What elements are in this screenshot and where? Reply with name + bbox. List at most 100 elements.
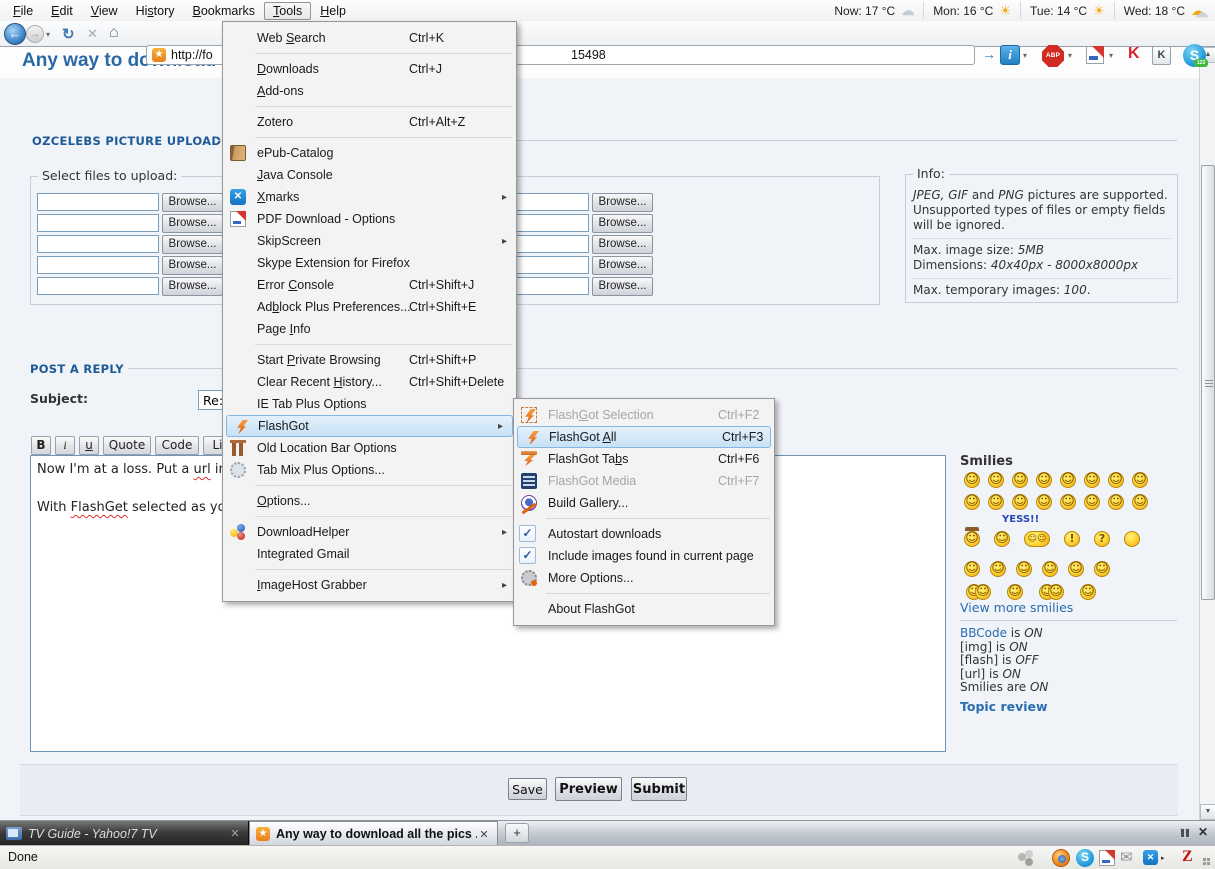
format-button-quote[interactable]: Quote [103, 436, 151, 455]
format-button-u[interactable]: u [79, 436, 99, 455]
save-button[interactable]: Save [508, 778, 547, 800]
menu-item-tab-mix-plus-options[interactable]: Tab Mix Plus Options... [223, 459, 516, 481]
smiley-icon[interactable]: ☺ [1108, 494, 1124, 510]
smiley-icon[interactable]: ☺ [990, 561, 1006, 577]
new-tab-button[interactable]: + [505, 823, 529, 843]
smiley-icon[interactable] [1124, 531, 1140, 547]
k-gray-icon[interactable]: K [1152, 46, 1171, 65]
browse-button[interactable]: Browse... [592, 235, 653, 254]
submit-button[interactable]: Submit [631, 777, 687, 801]
tab-close-icon[interactable]: ✕ [228, 827, 242, 840]
menu-item-ie-tab-plus-options[interactable]: IE Tab Plus Options [223, 393, 516, 415]
smiley-icon[interactable]: ☺ [994, 531, 1010, 547]
smiley-icon[interactable]: ☺ [1060, 472, 1076, 488]
menubar-file[interactable]: File [4, 2, 42, 20]
menu-item-flashgot-tabs[interactable]: FlashGot TabsCtrl+F6 [514, 448, 774, 470]
menu-item-skype-extension-for-firefox[interactable]: Skype Extension for Firefox [223, 252, 516, 274]
menu-item-page-info[interactable]: Page Info [223, 318, 516, 340]
pdf-download-toolbar-icon[interactable] [1086, 46, 1104, 64]
browse-button[interactable]: Browse... [162, 256, 223, 275]
tab-close-icon[interactable]: ✕ [477, 828, 491, 841]
xmarks-status-icon[interactable]: ✕ [1143, 850, 1158, 865]
menu-item-adblock-plus-preferences[interactable]: Adblock Plus Preferences...Ctrl+Shift+E [223, 296, 516, 318]
format-button-b[interactable]: B [31, 436, 51, 455]
zotero-z-icon[interactable]: Z [1182, 848, 1193, 866]
smiley-icon[interactable]: ☺ [1060, 494, 1076, 510]
smiley-icon[interactable]: ☺ [1084, 472, 1100, 488]
menu-item-imagehost-grabber[interactable]: ImageHost Grabber▸ [223, 574, 516, 596]
adblock-dropdown-icon[interactable]: ▾ [1068, 51, 1072, 60]
smiley-pair-icon[interactable]: ☺☺ [1039, 584, 1064, 600]
smiley-icon[interactable]: ☺ [1084, 494, 1100, 510]
file-input[interactable] [37, 277, 159, 295]
smiley-icon[interactable]: ☺ [964, 561, 980, 577]
menubar-help[interactable]: Help [311, 2, 355, 20]
menu-item-clear-recent-history[interactable]: Clear Recent History...Ctrl+Shift+Delete [223, 371, 516, 393]
menu-item-flashgot[interactable]: FlashGot▸ [226, 415, 513, 437]
menu-item-xmarks[interactable]: ✕Xmarks▸ [223, 186, 516, 208]
weather-wed[interactable]: Wed: 18 °C☁ [1114, 2, 1213, 19]
weather-now[interactable]: Now: 17 °C☁ [825, 2, 923, 19]
pdf-dropdown-icon[interactable]: ▾ [1109, 51, 1113, 60]
firefox-icon[interactable] [1052, 849, 1070, 867]
back-icon[interactable]: ← [4, 23, 26, 45]
smiley-icon[interactable]: ☺ [988, 494, 1004, 510]
reload-icon[interactable]: ↻ [62, 25, 75, 43]
smiley-icon[interactable]: ☺ [1108, 472, 1124, 488]
mail-icon[interactable]: ✉ [1120, 848, 1133, 866]
smiley-icon[interactable]: ☺ [1068, 561, 1084, 577]
smiley-icon[interactable]: ☺ [1094, 561, 1110, 577]
browse-button[interactable]: Browse... [162, 193, 223, 212]
tab-tv-guide-yahoo-7-tv[interactable]: TV Guide - Yahoo!7 TV✕ [0, 821, 249, 846]
menu-item-autostart-downloads[interactable]: ✓Autostart downloads [514, 523, 774, 545]
menu-item-web-search[interactable]: Web SearchCtrl+K [223, 27, 516, 49]
menubar-view[interactable]: View [82, 2, 127, 20]
weather-tue[interactable]: Tue: 14 °C☀ [1020, 2, 1114, 19]
smiley-pair-icon[interactable]: ☺☺ [966, 584, 991, 600]
file-input[interactable] [37, 256, 159, 274]
file-input[interactable] [37, 214, 159, 232]
menubar-tools[interactable]: Tools [264, 2, 311, 20]
smiley-icon[interactable]: ☺ [988, 472, 1004, 488]
menu-item-zotero[interactable]: ZoteroCtrl+Alt+Z [223, 111, 516, 133]
file-input[interactable] [37, 193, 159, 211]
smiley-icon[interactable]: ☺ [1036, 472, 1052, 488]
menubar-history[interactable]: History [127, 2, 184, 20]
scroll-down-icon[interactable]: ▼ [1200, 804, 1215, 820]
menu-item-downloads[interactable]: DownloadsCtrl+J [223, 58, 516, 80]
page-info-icon[interactable]: i [1000, 45, 1020, 65]
menu-item-downloadhelper[interactable]: DownloadHelper▸ [223, 521, 516, 543]
smiley-icon[interactable]: ☺ [1080, 584, 1096, 600]
smiley-icon[interactable]: ☺ [1012, 494, 1028, 510]
kaspersky-icon[interactable]: K [1128, 45, 1140, 63]
smiley-icon[interactable]: ☺ [964, 531, 980, 547]
menu-item-flashgot-media[interactable]: FlashGot MediaCtrl+F7 [514, 470, 774, 492]
smiley-icon[interactable]: ☺ [1036, 494, 1052, 510]
browse-button[interactable]: Browse... [592, 277, 653, 296]
format-button-i[interactable]: i [55, 436, 75, 455]
format-button-code[interactable]: Code [155, 436, 199, 455]
smiley-icon[interactable]: ☺ [1012, 472, 1028, 488]
skype-status-icon[interactable]: S [1076, 849, 1094, 867]
browse-button[interactable]: Browse... [162, 235, 223, 254]
menubar-bookmarks[interactable]: Bookmarks [184, 2, 265, 20]
menu-item-old-location-bar-options[interactable]: Old Location Bar Options [223, 437, 516, 459]
smiley-icon[interactable]: ☺ [1132, 494, 1148, 510]
file-input[interactable] [37, 235, 159, 253]
home-icon[interactable]: ⌂ [109, 24, 119, 42]
menu-item-epub-catalog[interactable]: ePub-Catalog [223, 142, 516, 164]
history-dropdown-icon[interactable]: ▾ [46, 30, 50, 39]
menu-item-skipscreen[interactable]: SkipScreen▸ [223, 230, 516, 252]
browse-button[interactable]: Browse... [592, 256, 653, 275]
menu-item-pdf-download-options[interactable]: PDF Download - Options [223, 208, 516, 230]
pdf-status-icon[interactable] [1099, 850, 1115, 866]
menu-item-start-private-browsing[interactable]: Start Private BrowsingCtrl+Shift+P [223, 349, 516, 371]
menu-item-add-ons[interactable]: Add-ons [223, 80, 516, 102]
smiley-icon[interactable]: ☺☺ [1024, 531, 1050, 547]
menu-item-build-gallery[interactable]: Build Gallery... [514, 492, 774, 514]
browse-button[interactable]: Browse... [162, 214, 223, 233]
smiley-icon[interactable]: ☺ [1132, 472, 1148, 488]
menu-item-flashgot-selection[interactable]: FlashGot SelectionCtrl+F2 [514, 404, 774, 426]
smiley-icon[interactable]: ? [1094, 531, 1110, 547]
info-dropdown-icon[interactable]: ▾ [1023, 51, 1027, 60]
